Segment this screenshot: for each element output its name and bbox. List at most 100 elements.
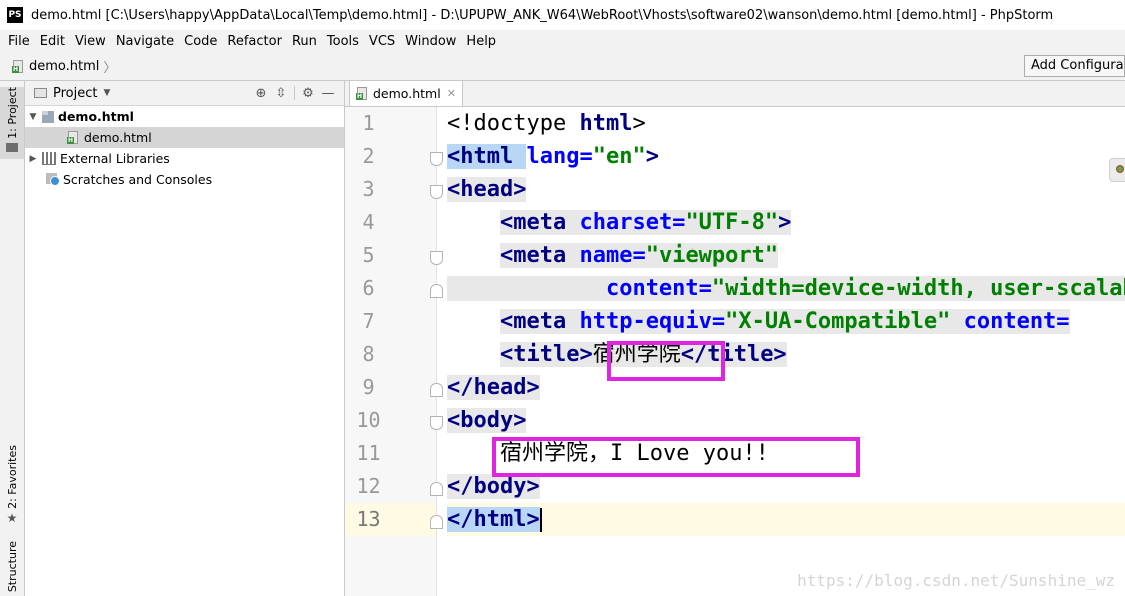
folder-icon (6, 142, 18, 152)
line-number: 9 (362, 375, 375, 399)
tree-item-external-libraries[interactable]: ▶ External Libraries (25, 148, 344, 169)
menu-run[interactable]: Run (287, 34, 322, 49)
fold-marker-icon[interactable] (430, 284, 443, 298)
project-tool-tab-label: 1: Project (5, 87, 19, 139)
code-token: http-equiv= (579, 309, 726, 334)
code-token-body-text: 宿州学院，I Love you!! (499, 441, 769, 466)
tree-item-label: Scratches and Consoles (63, 172, 213, 187)
star-icon: ★ (6, 510, 18, 525)
project-panel-header: Project ▼ ⊕ ⇳ ⚙ — (25, 81, 344, 106)
html-file-icon (67, 131, 79, 144)
locate-icon[interactable]: ⊕ (251, 86, 271, 101)
menu-view[interactable]: View (70, 34, 111, 49)
structure-tool-tab-label: Structure (5, 541, 19, 593)
code-token: content= (950, 309, 1070, 334)
menu-edit[interactable]: Edit (35, 34, 70, 49)
line-number: 1 (362, 111, 375, 135)
code-token: <meta (499, 309, 580, 334)
collapse-all-icon[interactable]: ⇳ (271, 86, 291, 101)
code-token: <body> (447, 408, 527, 433)
code-token: </title> (680, 342, 787, 367)
library-icon (42, 152, 56, 165)
fold-marker-icon[interactable] (430, 416, 443, 430)
code-line-3: <head> (447, 173, 527, 206)
line-number: 6 (362, 276, 375, 300)
line-number: 8 (362, 342, 375, 366)
caret-down-icon[interactable]: ▼ (103, 88, 110, 98)
browser-preview-icon[interactable] (1109, 158, 1125, 182)
chevron-right-icon: 〉 (103, 60, 117, 76)
code-token: <meta (499, 243, 580, 268)
chevron-right-icon[interactable]: ▶ (27, 154, 39, 164)
tree-item-label: External Libraries (60, 151, 170, 166)
code-token: "viewport" (645, 243, 779, 268)
code-token: content= (605, 276, 712, 301)
project-panel-toolbar: ⊕ ⇳ ⚙ — (251, 81, 338, 105)
folder-icon (34, 88, 47, 98)
line-number: 7 (362, 309, 375, 333)
chevron-down-icon[interactable]: ▼ (27, 112, 39, 122)
project-view-selector[interactable]: Project (53, 86, 97, 101)
menu-help[interactable]: Help (461, 34, 501, 49)
code-token: lang= (526, 144, 593, 169)
code-line-13: </html> (447, 503, 542, 536)
code-token: </html> (447, 507, 540, 532)
add-configuration-button[interactable]: Add Configuration... (1024, 55, 1125, 77)
code-line-8: <title>宿州学院</title> (447, 338, 787, 371)
tree-item-root[interactable]: ▼ demo.html (25, 106, 344, 127)
tree-item-demo-html[interactable]: demo.html (25, 127, 344, 148)
code-token: <!doctype (447, 111, 580, 136)
code-token: <head> (447, 177, 527, 202)
tree-item-label: demo.html (58, 109, 134, 124)
breadcrumb[interactable]: demo.html 〉 (12, 57, 116, 76)
editor-tab-demo-html[interactable]: demo.html ✕ (349, 81, 463, 106)
code-area[interactable]: 1 2 3 4 5 6 7 8 9 10 11 12 13 <!doctype … (345, 107, 1125, 596)
html-file-icon (356, 87, 368, 100)
line-number: 3 (362, 177, 375, 201)
title-bar: PS demo.html [C:\Users\happy\AppData\Loc… (0, 0, 1125, 30)
tree-item-scratches[interactable]: Scratches and Consoles (25, 169, 344, 190)
code-line-5: <meta name="viewport" (447, 239, 1125, 272)
code-token: > (778, 210, 792, 235)
fold-marker-icon[interactable] (430, 251, 443, 265)
structure-tool-tab[interactable]: Structure (0, 541, 24, 592)
menu-vcs[interactable]: VCS (364, 34, 400, 49)
fold-marker-icon[interactable] (430, 482, 443, 496)
menu-navigate[interactable]: Navigate (111, 34, 179, 49)
code-token: charset= (579, 210, 686, 235)
code-token: html (579, 111, 633, 136)
line-number: 11 (356, 441, 381, 465)
hide-icon[interactable]: — (318, 86, 338, 101)
menu-code[interactable]: Code (179, 34, 222, 49)
fold-marker-icon[interactable] (430, 515, 443, 529)
code-token: <meta (499, 210, 580, 235)
close-icon[interactable]: ✕ (447, 87, 456, 100)
code-token: <html (447, 144, 527, 169)
editor-tab-label: demo.html (373, 86, 441, 101)
html-file-icon (12, 59, 24, 73)
fold-marker-icon[interactable] (430, 185, 443, 199)
code-line-7: <meta http-equiv="X-UA-Compatible" conte… (447, 305, 1070, 338)
code-token: > (645, 144, 659, 169)
menu-file[interactable]: File (0, 34, 35, 49)
code-line-12: </body> (447, 470, 540, 503)
code-lines[interactable]: <!doctype html> <html lang="en"> <head> … (447, 107, 1125, 596)
favorites-tool-tab[interactable]: 2: Favorites ★ (0, 445, 24, 525)
gear-icon[interactable]: ⚙ (298, 86, 318, 101)
project-panel: Project ▼ ⊕ ⇳ ⚙ — ▼ demo.html demo.html … (25, 81, 345, 596)
fold-marker-icon[interactable] (430, 152, 443, 166)
line-number: 5 (362, 243, 375, 267)
project-tool-tab[interactable]: 1: Project (0, 87, 24, 159)
scratches-icon (46, 173, 60, 186)
code-line-9: </head> (447, 371, 540, 404)
code-line-1: <!doctype html> (447, 107, 646, 140)
menu-tools[interactable]: Tools (322, 34, 364, 49)
line-number-current: 13 (356, 507, 381, 531)
menu-refactor[interactable]: Refactor (222, 34, 287, 49)
favorites-tool-tab-label: 2: Favorites (5, 445, 19, 509)
code-token: name= (579, 243, 646, 268)
menu-window[interactable]: Window (400, 34, 461, 49)
code-token: "width=device-width, user-scalable=no" (711, 276, 1125, 301)
text-caret (539, 508, 542, 532)
fold-marker-icon[interactable] (430, 383, 443, 397)
